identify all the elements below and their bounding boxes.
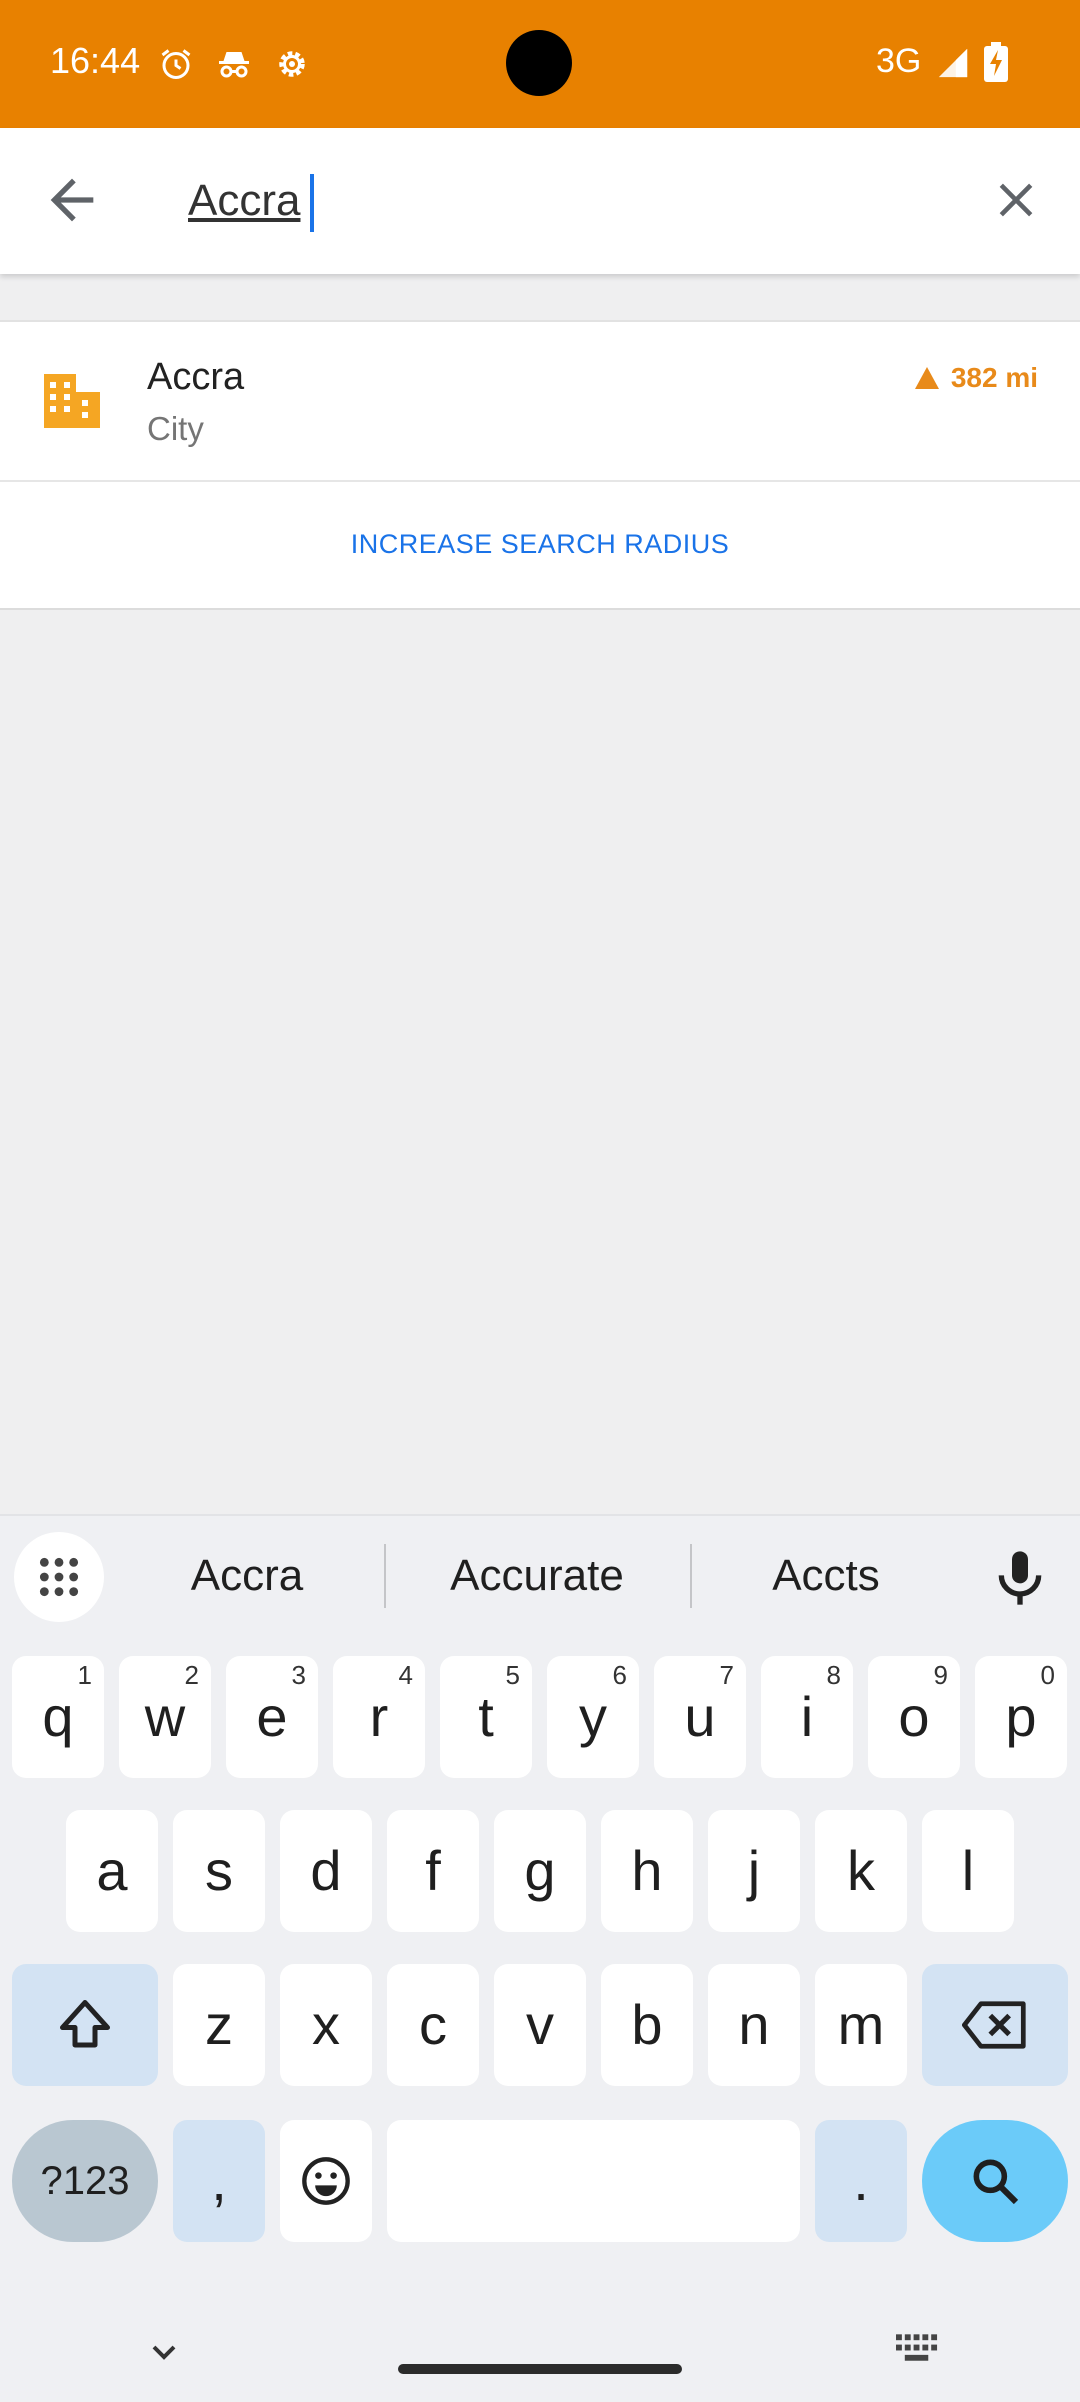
result-item[interactable]: Accra City 382 mi xyxy=(0,322,1080,482)
search-bar xyxy=(0,128,1080,274)
keyboard-apps-button[interactable] xyxy=(14,1532,104,1622)
text-cursor xyxy=(310,174,314,232)
space-key[interactable] xyxy=(387,2120,800,2242)
status-time: 16:44 xyxy=(50,40,141,81)
symbols-key[interactable]: ?123 xyxy=(12,2120,158,2242)
key-e[interactable]: e3 xyxy=(226,1656,318,1778)
keyboard-switch-icon[interactable] xyxy=(896,2334,940,2364)
key-u[interactable]: u7 xyxy=(654,1656,746,1778)
key-n[interactable]: n xyxy=(708,1964,800,2086)
emoji-key[interactable] xyxy=(280,2120,372,2242)
network-type: 3G xyxy=(876,42,922,80)
key-x[interactable]: x xyxy=(280,1964,372,2086)
key-j[interactable]: j xyxy=(708,1810,800,1932)
comma-key[interactable]: , xyxy=(173,2120,265,2242)
suggestion-divider xyxy=(384,1544,386,1608)
increase-search-radius-button[interactable]: INCREASE SEARCH RADIUS xyxy=(0,482,1080,606)
key-t[interactable]: t5 xyxy=(440,1656,532,1778)
incognito-icon xyxy=(219,52,249,78)
alarm-icon xyxy=(161,49,191,79)
camera-cutout xyxy=(506,30,572,96)
key-k[interactable]: k xyxy=(815,1810,907,1932)
period-key[interactable]: . xyxy=(815,2120,907,2242)
suggestion-divider xyxy=(690,1544,692,1608)
status-bar: 16:44 3G xyxy=(0,0,1080,128)
suggestion-2[interactable]: Accurate xyxy=(414,1544,660,1608)
key-v[interactable]: v xyxy=(494,1964,586,2086)
arrow-back-icon[interactable] xyxy=(40,168,104,232)
keyboard: Accra Accurate Accts q1 w2 e3 r4 t5 y6 u… xyxy=(0,1514,1080,2402)
key-r[interactable]: r4 xyxy=(333,1656,425,1778)
key-m[interactable]: m xyxy=(815,1964,907,2086)
emoji-smiley-icon xyxy=(302,2157,350,2205)
key-w[interactable]: w2 xyxy=(119,1656,211,1778)
search-action-key[interactable] xyxy=(922,2120,1068,2242)
key-s[interactable]: s xyxy=(173,1810,265,1932)
shift-arrow-icon xyxy=(60,2000,110,2048)
shift-key[interactable] xyxy=(12,1964,158,2086)
key-b[interactable]: b xyxy=(601,1964,693,2086)
result-type: City xyxy=(147,410,204,447)
home-indicator[interactable] xyxy=(398,2364,682,2374)
city-building-icon xyxy=(44,374,100,428)
suggestion-1[interactable]: Accra xyxy=(140,1544,354,1608)
microphone-icon[interactable] xyxy=(988,1546,1052,1610)
grid-dots-icon xyxy=(39,1557,79,1597)
backspace-icon xyxy=(962,2001,1026,2049)
signal-icon xyxy=(938,48,968,78)
key-f[interactable]: f xyxy=(387,1810,479,1932)
search-results: Accra City 382 mi INCREASE SEARCH RADIUS xyxy=(0,320,1080,610)
key-d[interactable]: d xyxy=(280,1810,372,1932)
key-o[interactable]: o9 xyxy=(868,1656,960,1778)
settings-gear-icon xyxy=(279,51,305,77)
result-name: Accra xyxy=(147,356,245,398)
result-distance: 382 mi xyxy=(914,362,1038,394)
backspace-key[interactable] xyxy=(922,1964,1068,2086)
key-h[interactable]: h xyxy=(601,1810,693,1932)
chevron-down-icon[interactable] xyxy=(144,2332,184,2372)
key-z[interactable]: z xyxy=(173,1964,265,2086)
key-c[interactable]: c xyxy=(387,1964,479,2086)
key-i[interactable]: i8 xyxy=(761,1656,853,1778)
direction-arrow-icon xyxy=(914,367,939,389)
distance-value: 382 mi xyxy=(950,362,1038,393)
key-a[interactable]: a xyxy=(66,1810,158,1932)
key-y[interactable]: y6 xyxy=(547,1656,639,1778)
key-g[interactable]: g xyxy=(494,1810,586,1932)
search-input[interactable] xyxy=(188,166,948,236)
key-l[interactable]: l xyxy=(922,1810,1014,1932)
search-icon xyxy=(973,2159,1019,2205)
key-p[interactable]: p0 xyxy=(975,1656,1067,1778)
key-q[interactable]: q1 xyxy=(12,1656,104,1778)
battery-charging-icon xyxy=(984,42,1008,82)
close-icon[interactable] xyxy=(988,172,1044,228)
suggestion-3[interactable]: Accts xyxy=(720,1544,932,1608)
